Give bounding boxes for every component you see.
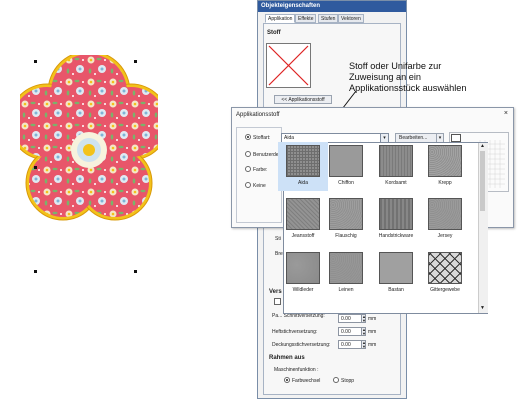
- unit-label: mm: [368, 316, 377, 322]
- unit-label: mm: [368, 329, 377, 335]
- dialog-title: Applikationsstoff: [236, 112, 280, 118]
- selection-handle[interactable]: [34, 60, 37, 63]
- panel-title: Objekteigenschaften: [258, 1, 406, 12]
- fabric-tile-chiffon[interactable]: [329, 145, 363, 177]
- fabric-tile-label: Leinen: [338, 287, 354, 293]
- fabric-tile-label: Bastan: [388, 287, 404, 293]
- fabric-tile-aida[interactable]: [286, 145, 320, 177]
- selection-handle[interactable]: [34, 166, 37, 169]
- radio-farbwechsel[interactable]: [284, 377, 290, 383]
- tab-effekte[interactable]: Effekte: [295, 14, 317, 23]
- fabric-tile-handstrickware[interactable]: [379, 198, 413, 230]
- fabric-tile-label: Kordsamt: [385, 180, 407, 186]
- fabric-tile-bastan[interactable]: [379, 252, 413, 284]
- offset-input[interactable]: 0.00: [338, 340, 362, 349]
- spin-arrows[interactable]: ▲ ▼: [361, 314, 366, 323]
- spin-arrows[interactable]: ▲ ▼: [361, 327, 366, 336]
- radio-farbe[interactable]: [245, 166, 251, 172]
- radio-benutzerdef[interactable]: [245, 151, 251, 157]
- tab-applikation[interactable]: Applikation: [265, 14, 296, 23]
- callout-text: Stoff oder Unifarbe zur Zuweisung an ein…: [349, 61, 499, 94]
- scroll-down-icon[interactable]: ▼: [480, 305, 485, 311]
- fabric-tile-label: Handstrickware: [378, 233, 414, 239]
- callout-line: Applikationsstück auswählen: [349, 83, 467, 93]
- radio-stoffart-label: Stoffart:: [253, 135, 271, 141]
- fabric-tile-label: Krepp: [438, 180, 452, 186]
- preview-color-box[interactable]: [451, 134, 461, 142]
- offset-input[interactable]: 0.00: [338, 327, 362, 336]
- radio-stopp-label: Stopp: [341, 378, 355, 384]
- chevron-down-icon[interactable]: ▾: [380, 134, 388, 142]
- radio-farbwechsel-label: Farbwechsel: [292, 378, 321, 384]
- fabric-tile-label: Gittergewebe: [430, 287, 460, 293]
- fabric-type-value: Aida: [284, 135, 295, 141]
- offset-input[interactable]: 0.00: [338, 314, 362, 323]
- empty-swatch-icon: [268, 45, 309, 86]
- fabric-swatch[interactable]: [266, 43, 311, 88]
- fabric-tile-jeansstoff[interactable]: [286, 198, 320, 230]
- radio-stopp[interactable]: [333, 377, 339, 383]
- close-icon[interactable]: ×: [504, 110, 508, 117]
- fabric-tile-label: Flauschig: [335, 233, 357, 239]
- radio-stoffart[interactable]: [245, 134, 251, 140]
- callout-line: Stoff oder Unifarbe zur: [349, 61, 442, 71]
- fabric-tile-leinen[interactable]: [329, 252, 363, 284]
- rahmen-heading: Rahmen aus: [269, 355, 305, 361]
- callout-line: Zuweisung an ein: [349, 72, 422, 82]
- tab-vektoren[interactable]: Vektoren: [338, 14, 364, 23]
- flower-applique[interactable]: [20, 55, 158, 270]
- selection-handle[interactable]: [134, 60, 137, 63]
- spin-arrows[interactable]: ▲ ▼: [361, 340, 366, 349]
- fabric-tile-wildleder[interactable]: [286, 252, 320, 284]
- partial-label: Bre: [275, 251, 283, 257]
- field-label: Deckungsstichversetzung:: [272, 342, 331, 348]
- maschinen-label: Maschinenfunktion :: [274, 367, 319, 373]
- dialog-inner-frame: [236, 127, 282, 223]
- fabric-tile-kordsamt[interactable]: [379, 145, 413, 177]
- stoff-heading: Stoff: [267, 30, 281, 36]
- field-label: Heftstichversetzung:: [272, 329, 318, 335]
- fabric-tile-krepp[interactable]: [428, 145, 462, 177]
- radio-keine-label: Keine: [253, 183, 266, 189]
- radio-farbe-label: Farbe:: [253, 167, 268, 173]
- fabric-tile-flauschig[interactable]: [329, 198, 363, 230]
- checkbox[interactable]: [274, 298, 281, 305]
- selection-handle[interactable]: [134, 270, 137, 273]
- fabric-tile-jersey[interactable]: [428, 198, 462, 230]
- unit-label: mm: [368, 342, 377, 348]
- fabric-tile-label: Chiffon: [338, 180, 354, 186]
- tab-stufen[interactable]: Stufen: [318, 14, 339, 23]
- radio-keine[interactable]: [245, 182, 251, 188]
- fabric-tile-label: Jersey: [437, 233, 453, 239]
- selection-handle[interactable]: [34, 270, 37, 273]
- scrollbar-thumb[interactable]: [480, 151, 485, 211]
- radio-benutzerdef-label: Benutzerdef: [253, 152, 280, 158]
- scroll-up-icon[interactable]: ▲: [480, 143, 485, 149]
- fabric-tile-gittergewebe[interactable]: [428, 252, 462, 284]
